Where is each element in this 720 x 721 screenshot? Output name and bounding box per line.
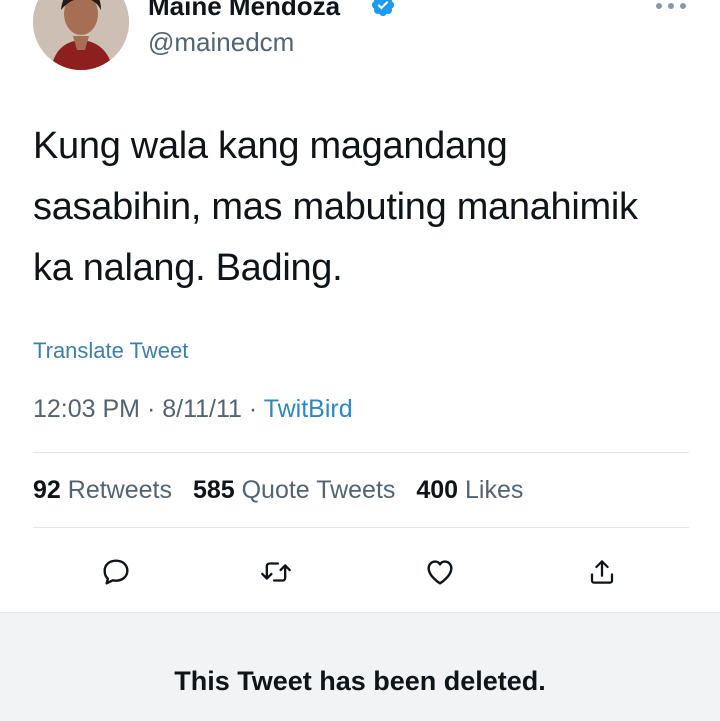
verified-badge-icon <box>371 0 395 17</box>
like-icon <box>427 560 453 585</box>
divider <box>33 527 689 528</box>
engagement-stats: 92 Retweets 585 Quote Tweets 400 Likes <box>33 476 537 505</box>
meta-separator: · <box>146 395 156 423</box>
meta-separator: · <box>248 395 258 423</box>
likes-stat[interactable]: 400 Likes <box>416 476 523 504</box>
quote-tweets-stat[interactable]: 585 Quote Tweets <box>193 476 395 504</box>
deleted-tweet-message: This Tweet has been deleted. <box>174 666 546 696</box>
more-options-icon[interactable] <box>654 0 688 12</box>
tweet-text-line: ka nalang. Bading. <box>33 247 343 289</box>
retweets-stat[interactable]: 92 Retweets <box>33 476 172 504</box>
tweet-timestamp: 12:03 PM · 8/11/11 · TwitBird <box>33 395 353 424</box>
retweet-button[interactable] <box>256 552 296 592</box>
tweet-card: Maine Mendoza @mainedcm Kung wala kang m… <box>0 0 720 612</box>
like-button[interactable] <box>420 552 460 592</box>
tweet-text: Kung wala kang magandang sasabihin, mas … <box>33 116 693 299</box>
tweet-text-line: Kung wala kang magandang <box>33 125 508 167</box>
share-icon <box>590 560 614 584</box>
divider <box>33 452 689 453</box>
reply-button[interactable] <box>96 552 136 592</box>
tweet-time[interactable]: 12:03 PM <box>33 395 140 423</box>
share-button[interactable] <box>582 552 622 592</box>
tweet-date[interactable]: 8/11/11 <box>162 395 242 423</box>
retweet-icon <box>261 562 291 582</box>
translate-tweet-link[interactable]: Translate Tweet <box>33 338 188 364</box>
reply-icon <box>103 559 129 585</box>
display-name[interactable]: Maine Mendoza <box>148 0 340 22</box>
avatar[interactable] <box>33 0 129 70</box>
tweet-source-link[interactable]: TwitBird <box>264 395 353 423</box>
user-handle[interactable]: @mainedcm <box>148 27 294 58</box>
tweet-text-line: sasabihin, mas mabuting manahimik <box>33 186 638 228</box>
